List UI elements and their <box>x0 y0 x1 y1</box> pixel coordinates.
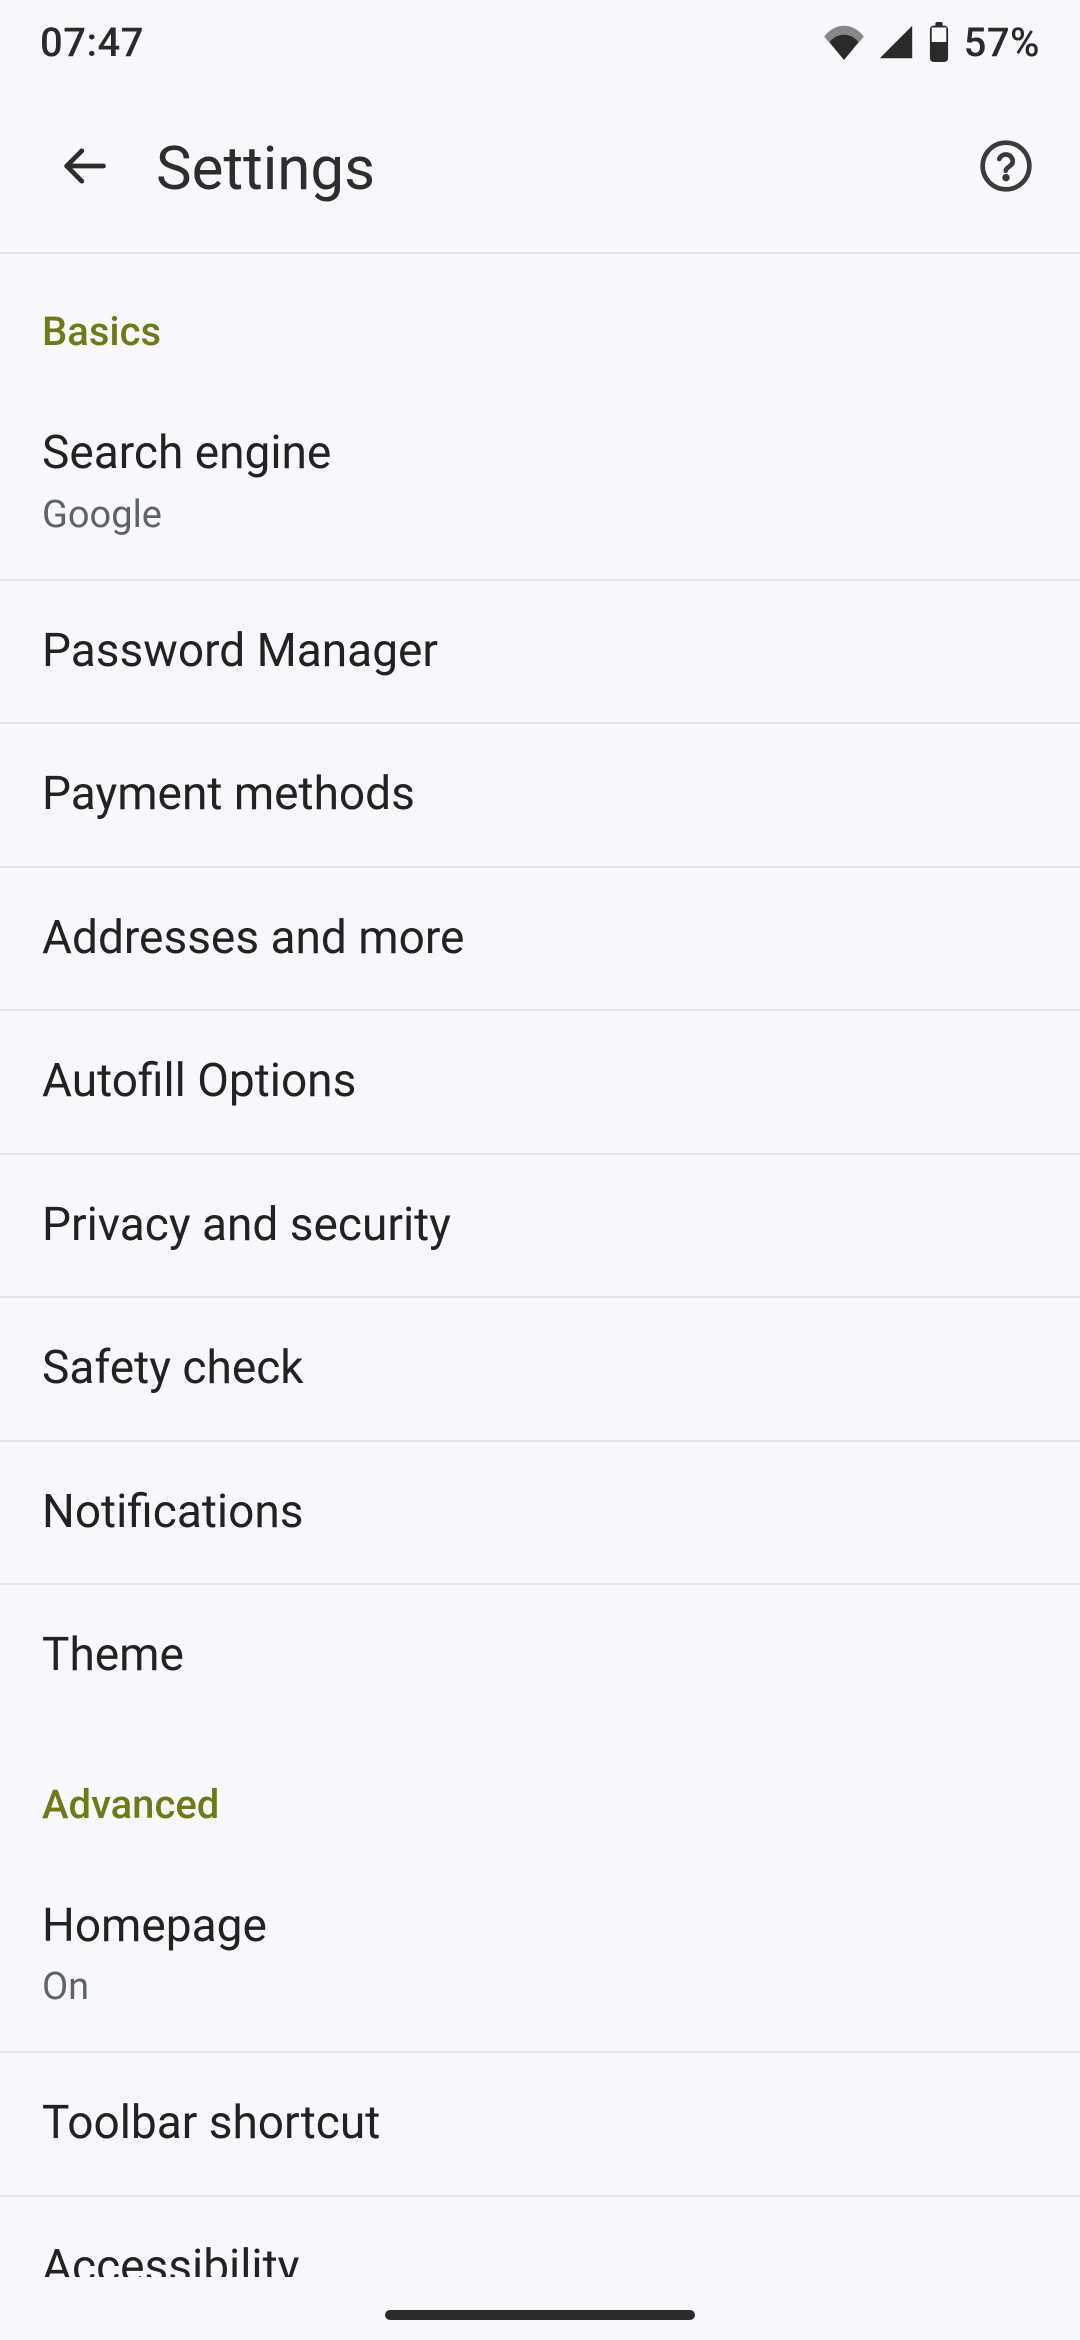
cellular-icon <box>878 24 914 60</box>
item-notifications[interactable]: Notifications <box>0 1442 1080 1586</box>
item-title: Toolbar shortcut <box>42 2095 1038 2153</box>
battery-icon <box>926 22 952 62</box>
settings-list[interactable]: Basics Search engine Google Password Man… <box>0 254 1080 2340</box>
item-title: Payment methods <box>42 766 1038 824</box>
item-title: Privacy and security <box>42 1197 1038 1255</box>
item-title: Addresses and more <box>42 910 1038 968</box>
item-title: Safety check <box>42 1340 1038 1398</box>
item-safety-check[interactable]: Safety check <box>0 1298 1080 1442</box>
item-title: Search engine <box>42 425 1038 483</box>
item-accessibility[interactable]: Accessibility <box>0 2197 1080 2277</box>
item-addresses[interactable]: Addresses and more <box>0 868 1080 1012</box>
help-circle-icon <box>978 138 1034 198</box>
battery-percentage: 57% <box>964 19 1040 66</box>
wifi-icon <box>822 24 866 60</box>
arrow-left-icon <box>58 140 110 196</box>
gesture-nav-bar[interactable] <box>385 2310 695 2320</box>
item-autofill-options[interactable]: Autofill Options <box>0 1011 1080 1155</box>
item-subtitle: On <box>42 1965 1038 2009</box>
item-title: Accessibility <box>42 2239 1038 2277</box>
item-privacy-security[interactable]: Privacy and security <box>0 1155 1080 1299</box>
item-homepage[interactable]: Homepage On <box>0 1856 1080 2054</box>
item-title: Password Manager <box>42 623 1038 681</box>
status-time: 07:47 <box>40 19 144 66</box>
page-title: Settings <box>156 133 958 204</box>
item-title: Notifications <box>42 1484 1038 1542</box>
item-theme[interactable]: Theme <box>0 1585 1080 1727</box>
item-subtitle: Google <box>42 493 1038 537</box>
item-title: Theme <box>42 1627 1038 1685</box>
section-advanced: Advanced <box>0 1727 1080 1856</box>
item-password-manager[interactable]: Password Manager <box>0 581 1080 725</box>
item-title: Homepage <box>42 1898 1038 1956</box>
item-title: Autofill Options <box>42 1053 1038 1111</box>
help-button[interactable] <box>958 120 1054 216</box>
item-search-engine[interactable]: Search engine Google <box>0 383 1080 581</box>
status-right: 57% <box>822 19 1040 66</box>
status-bar: 07:47 57% <box>0 0 1080 84</box>
app-bar: Settings <box>0 84 1080 254</box>
item-payment-methods[interactable]: Payment methods <box>0 724 1080 868</box>
back-button[interactable] <box>36 120 132 216</box>
section-basics: Basics <box>0 254 1080 383</box>
item-toolbar-shortcut[interactable]: Toolbar shortcut <box>0 2053 1080 2197</box>
